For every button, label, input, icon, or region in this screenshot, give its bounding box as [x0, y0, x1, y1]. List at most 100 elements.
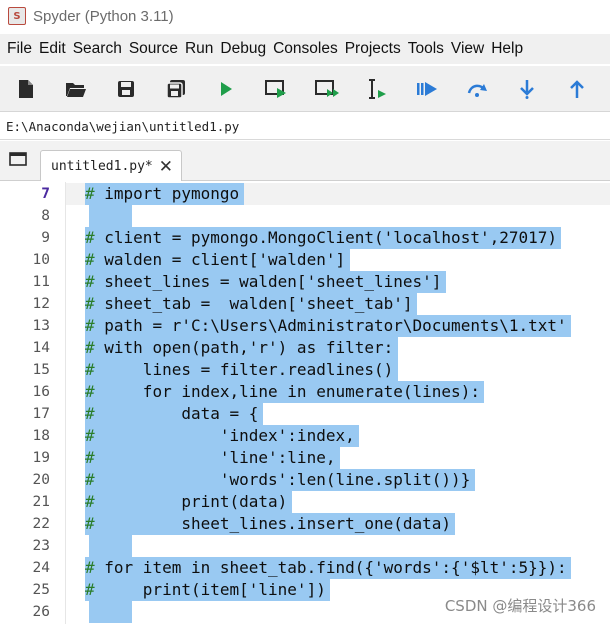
toolbar — [0, 66, 610, 112]
code-line: 23 — [0, 535, 610, 557]
file-path: E:\Anaconda\wejian\untitled1.py — [6, 119, 240, 134]
close-icon[interactable]: ✕ — [159, 158, 173, 175]
comment-marker: # — [85, 250, 95, 269]
spyder-logo-icon: S — [8, 7, 26, 25]
line-number: 10 — [32, 252, 50, 268]
code-line: 14 # with open(path,'r') as filter: — [0, 337, 610, 359]
save-all-button[interactable] — [159, 72, 194, 106]
menu-source[interactable]: Source — [126, 40, 181, 58]
code-text: # client = pymongo.MongoClient('localhos… — [85, 227, 557, 249]
code-content: 'line':line, — [94, 448, 336, 467]
line-number: 24 — [32, 560, 50, 576]
step-into-button[interactable] — [510, 72, 545, 106]
menu-edit[interactable]: Edit — [36, 40, 69, 58]
selection-highlight — [89, 205, 132, 227]
menu-view[interactable]: View — [448, 40, 487, 58]
code-content: path = r'C:\Users\Administrator\Document… — [94, 316, 567, 335]
menu-bar: File Edit Search Source Run Debug Consol… — [0, 34, 610, 64]
code-content: walden = client['walden'] — [94, 250, 346, 269]
line-number: 7 — [41, 186, 50, 202]
tab-untitled1[interactable]: untitled1.py* ✕ — [40, 150, 182, 181]
comment-marker: # — [85, 338, 95, 357]
open-file-button[interactable] — [58, 72, 93, 106]
code-text: # sheet_lines.insert_one(data) — [85, 513, 451, 535]
run-file-button[interactable] — [209, 72, 244, 106]
step-over-button[interactable] — [460, 72, 495, 106]
code-text: # walden = client['walden'] — [85, 249, 345, 271]
comment-marker: # — [85, 580, 95, 599]
menu-search[interactable]: Search — [70, 40, 125, 58]
comment-marker: # — [85, 184, 95, 203]
browse-tabs-icon[interactable] — [9, 152, 27, 166]
step-return-button[interactable] — [560, 72, 595, 106]
window-title: Spyder (Python 3.11) — [33, 7, 174, 25]
comment-marker: # — [85, 514, 95, 533]
menu-debug[interactable]: Debug — [217, 40, 269, 58]
menu-consoles[interactable]: Consoles — [270, 40, 341, 58]
code-content: sheet_lines.insert_one(data) — [94, 514, 452, 533]
code-content: sheet_tab = walden['sheet_tab'] — [94, 294, 413, 313]
code-line: 9 # client = pymongo.MongoClient('localho… — [0, 227, 610, 249]
debug-icon — [416, 81, 437, 96]
title-bar: S Spyder (Python 3.11) — [0, 0, 610, 32]
menu-projects[interactable]: Projects — [342, 40, 404, 58]
selection-highlight — [89, 535, 132, 557]
code-text: # for item in sheet_tab.find({'words':{'… — [85, 557, 567, 579]
run-cell-button[interactable] — [259, 72, 294, 106]
code-text: # 'words':len(line.split())} — [85, 469, 470, 491]
comment-marker: # — [85, 294, 95, 313]
code-line: 18 # 'index':index, — [0, 425, 610, 447]
file-path-bar: E:\Anaconda\wejian\untitled1.py — [0, 114, 610, 140]
code-content: print(data) — [94, 492, 288, 511]
tab-label: untitled1.py* — [51, 158, 153, 174]
run-selection-button[interactable] — [359, 72, 394, 106]
line-number: 15 — [32, 362, 50, 378]
code-text: # print(item['line']) — [85, 579, 326, 601]
code-line: 20 # 'words':len(line.split())} — [0, 469, 610, 491]
code-content: lines = filter.readlines() — [94, 360, 394, 379]
line-number: 17 — [32, 406, 50, 422]
code-editor[interactable]: 7 # import pymongo 8 9 # client = pymongo.Mo… — [0, 182, 610, 624]
code-text: # with open(path,'r') as filter: — [85, 337, 393, 359]
line-number: 26 — [32, 604, 50, 620]
code-text: # print(data) — [85, 491, 287, 513]
line-number: 12 — [32, 296, 50, 312]
step-into-icon — [520, 79, 535, 99]
comment-marker: # — [85, 316, 95, 335]
code-line: 17 # data = { — [0, 403, 610, 425]
file-icon — [18, 79, 33, 98]
comment-marker: # — [85, 558, 95, 577]
debug-file-button[interactable] — [409, 72, 444, 106]
code-text: # 'index':index, — [85, 425, 355, 447]
code-content: print(item['line']) — [94, 580, 326, 599]
step-return-icon — [570, 79, 585, 98]
line-number: 22 — [32, 516, 50, 532]
line-number: 21 — [32, 494, 50, 510]
save-file-button[interactable] — [108, 72, 143, 106]
code-line: 24 # for item in sheet_tab.find({'words':… — [0, 557, 610, 579]
code-line: 13 # path = r'C:\Users\Administrator\Docu… — [0, 315, 610, 337]
code-content: import pymongo — [94, 184, 240, 203]
code-line: 16 # for index,line in enumerate(lines): — [0, 381, 610, 403]
line-number: 8 — [41, 208, 50, 224]
line-number: 19 — [32, 450, 50, 466]
menu-file[interactable]: File — [4, 40, 35, 58]
line-number: 13 — [32, 318, 50, 334]
run-cell-advance-button[interactable] — [309, 72, 344, 106]
menu-run[interactable]: Run — [182, 40, 216, 58]
step-over-icon — [467, 83, 488, 97]
code-text: # sheet_tab = walden['sheet_tab'] — [85, 293, 413, 315]
comment-marker: # — [85, 470, 95, 489]
menu-help[interactable]: Help — [488, 40, 526, 58]
code-content: sheet_lines = walden['sheet_lines'] — [94, 272, 442, 291]
new-file-button[interactable] — [8, 72, 43, 106]
code-line: 7 # import pymongo — [0, 183, 610, 205]
code-text: # for index,line in enumerate(lines): — [85, 381, 480, 403]
code-content: for index,line in enumerate(lines): — [94, 382, 480, 401]
code-content: data = { — [94, 404, 259, 423]
code-text: # import pymongo — [85, 183, 239, 205]
line-number: 23 — [32, 538, 50, 554]
menu-tools[interactable]: Tools — [405, 40, 447, 58]
watermark: CSDN @编程设计366 — [444, 597, 596, 615]
code-line: 11 # sheet_lines = walden['sheet_lines'] — [0, 271, 610, 293]
